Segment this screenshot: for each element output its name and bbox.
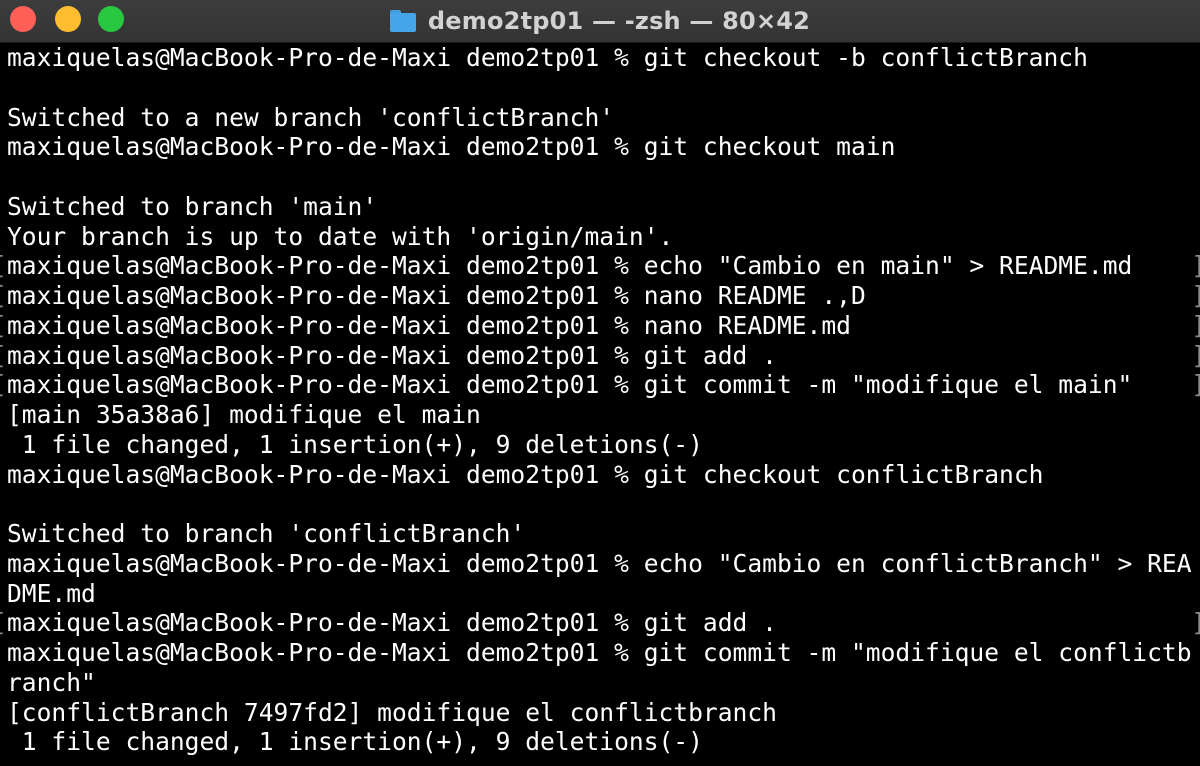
- terminal-line: Switched to a new branch 'conflictBranch…: [7, 102, 615, 132]
- terminal-line: maxiquelas@MacBook-Pro-de-Maxi demo2tp01…: [7, 132, 896, 162]
- window-title-text: demo2tp01 — -zsh — 80×42: [427, 7, 811, 35]
- terminal-line-marked: maxiquelas@MacBook-Pro-de-Maxi demo2tp01…: [0, 608, 1200, 638]
- terminal-output[interactable]: maxiquelas@MacBook-Pro-de-Maxi demo2tp01…: [0, 43, 1200, 766]
- terminal-line: Switched to branch 'main': [7, 191, 378, 221]
- terminal-window: demo2tp01 — -zsh — 80×42 maxiquelas@MacB…: [0, 0, 1200, 766]
- zoom-button[interactable]: [98, 6, 124, 32]
- terminal-line-marked: maxiquelas@MacBook-Pro-de-Maxi demo2tp01…: [0, 370, 1200, 400]
- terminal-line: 1 file changed, 1 insertion(+), 9 deleti…: [7, 429, 703, 459]
- window-title: demo2tp01 — -zsh — 80×42: [389, 7, 811, 35]
- terminal-line: Your branch is up to date with 'origin/m…: [7, 221, 674, 251]
- terminal-line: Switched to branch 'conflictBranch': [7, 519, 526, 548]
- terminal-line: [conflictBranch 7497fd2] modifique el co…: [7, 697, 777, 727]
- terminal-line-marked: maxiquelas@MacBook-Pro-de-Maxi demo2tp01…: [0, 251, 1200, 281]
- terminal-line-marked: maxiquelas@MacBook-Pro-de-Maxi demo2tp01…: [0, 341, 1200, 371]
- terminal-line-marked: maxiquelas@MacBook-Pro-de-Maxi demo2tp01…: [0, 281, 1200, 311]
- terminal-line: DME.md: [7, 578, 96, 608]
- title-bar[interactable]: demo2tp01 — -zsh — 80×42: [0, 0, 1200, 43]
- terminal-line: ranch": [7, 667, 96, 697]
- terminal-line: [main 35a38a6] modifique el main: [7, 400, 481, 429]
- terminal-line: maxiquelas@MacBook-Pro-de-Maxi demo2tp01…: [7, 548, 1192, 578]
- folder-icon: [389, 10, 416, 32]
- terminal-line: maxiquelas@MacBook-Pro-de-Maxi demo2tp01…: [7, 459, 1044, 489]
- terminal-line: maxiquelas@MacBook-Pro-de-Maxi demo2tp01…: [7, 638, 1192, 667]
- terminal-line: maxiquelas@MacBook-Pro-de-Maxi demo2tp01…: [7, 43, 1088, 72]
- terminal-line-marked: maxiquelas@MacBook-Pro-de-Maxi demo2tp01…: [0, 311, 1200, 341]
- minimize-button[interactable]: [55, 6, 81, 32]
- close-button[interactable]: [10, 6, 36, 32]
- terminal-line: 1 file changed, 1 insertion(+), 9 deleti…: [7, 727, 703, 757]
